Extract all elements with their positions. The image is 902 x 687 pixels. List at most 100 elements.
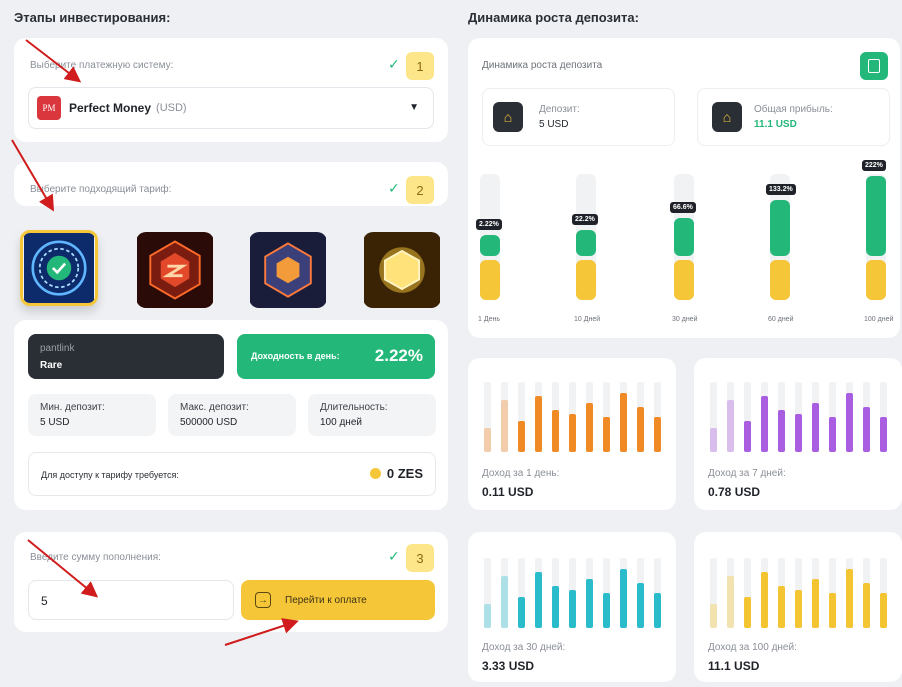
- growth-bar-deposit: [866, 260, 886, 300]
- income-chart-7: [706, 382, 890, 452]
- income-bar: [727, 575, 734, 628]
- income-bar: [603, 593, 610, 628]
- income-chart-100: [706, 558, 890, 628]
- amount-input[interactable]: 5: [28, 580, 234, 620]
- duration-value: 100 дней: [320, 417, 362, 428]
- growth-bar-profit: [480, 235, 500, 256]
- growth-chart: 2.22% 1 День 22.2% 10 Дней 66.6% 30 дней 133.2…: [468, 160, 900, 338]
- income-chart-1: [480, 382, 664, 452]
- income-card-1: Доход за 1 день: 0.11 USD: [468, 358, 676, 510]
- tariff-rare-card[interactable]: [20, 230, 98, 306]
- step2-label: Выберите подходящий тариф:: [30, 184, 172, 195]
- income-bar: [863, 582, 870, 628]
- duration-label: Длительность:: [320, 402, 388, 413]
- growth-x-label: 10 Дней: [574, 316, 601, 323]
- income-value: 3.33 USD: [482, 659, 535, 673]
- income-bar: [637, 406, 644, 452]
- yield-label: Доходность в день:: [251, 351, 340, 361]
- income-bar: [795, 589, 802, 628]
- income-bar: [812, 579, 819, 628]
- income-value: 0.11 USD: [482, 485, 534, 499]
- calculator-icon[interactable]: [860, 52, 888, 80]
- growth-x-label: 30 дней: [672, 316, 698, 323]
- tariff-tier: Rare: [40, 360, 63, 371]
- income-bar: [654, 417, 661, 452]
- income-bar: [727, 399, 734, 452]
- profit-label: Общая прибыль:: [754, 104, 833, 115]
- income-card-30: Доход за 30 дней: 3.33 USD: [468, 532, 676, 682]
- growth-x-label: 100 дней: [864, 316, 894, 323]
- growth-x-label: 60 дней: [768, 316, 794, 323]
- growth-x-label: 1 День: [478, 316, 500, 323]
- max-deposit-value: 500000 USD: [180, 417, 238, 428]
- income-bar: [637, 582, 644, 628]
- tariff-mythic-card[interactable]: [363, 232, 441, 308]
- min-deposit-box: Мин. депозит: 5 USD: [28, 394, 156, 436]
- growth-bar-deposit: [480, 260, 500, 300]
- right-section-title: Динамика роста депозита:: [468, 10, 639, 25]
- income-card-100: Доход за 100 дней: 11.1 USD: [694, 532, 902, 682]
- income-label: Доход за 1 день:: [482, 468, 560, 479]
- income-bar: [846, 568, 853, 628]
- income-bar: [761, 572, 768, 628]
- access-label: Для доступу к тарифу требуется:: [41, 470, 179, 480]
- tariff-brand: pantlink: [40, 343, 75, 354]
- payment-name: Perfect Money: [69, 101, 152, 115]
- pay-button-label: Перейти к оплате: [285, 594, 367, 606]
- income-bar: [518, 596, 525, 628]
- payment-system-select[interactable]: PM Perfect Money (USD) ▼: [28, 87, 434, 129]
- income-bar: [812, 403, 819, 452]
- income-bar: [710, 603, 717, 628]
- growth-bar-profit: [866, 176, 886, 256]
- growth-data-label: 22.2%: [572, 214, 598, 225]
- growth-bar-deposit: [674, 260, 694, 300]
- growth-bar-profit: [576, 230, 596, 256]
- income-bar: [744, 596, 751, 628]
- income-bar: [778, 410, 785, 452]
- income-card-7: Доход за 7 дней: 0.78 USD: [694, 358, 902, 510]
- income-label: Доход за 7 дней:: [708, 468, 786, 479]
- income-label: Доход за 30 дней:: [482, 642, 566, 653]
- income-bar: [484, 427, 491, 452]
- income-bar: [778, 586, 785, 628]
- income-bar: [535, 396, 542, 452]
- income-bar: [484, 603, 491, 628]
- tariff-legendary-icon: [250, 232, 326, 308]
- tariff-epic-icon: [137, 232, 213, 308]
- growth-data-label: 133.2%: [766, 184, 796, 195]
- income-bar: [829, 417, 836, 452]
- step2-card: Выберите подходящий тариф: ✓ 2: [14, 162, 448, 206]
- deposit-box: ⌂ Депозит: 5 USD: [482, 88, 675, 146]
- income-bar: [501, 399, 508, 452]
- deposit-label: Депозит:: [539, 104, 580, 115]
- step1-card: Выберите платежную систему: ✓ 1 PM Perfe…: [14, 38, 448, 142]
- tariff-details-card: pantlink Rare Доходность в день: 2.22% М…: [14, 320, 448, 510]
- access-value: 0 ZES: [386, 466, 423, 481]
- income-bar: [761, 396, 768, 452]
- tariff-legendary-card[interactable]: [249, 232, 327, 308]
- growth-data-label: 66.6%: [670, 202, 696, 213]
- zes-coin-icon: [370, 468, 381, 479]
- dynamics-card: Динамика роста депозита ⌂ Депозит: 5 USD…: [468, 38, 900, 338]
- step3-badge: 3: [406, 544, 434, 572]
- growth-bar-deposit: [770, 260, 790, 300]
- income-bar: [863, 406, 870, 452]
- income-bar: [535, 572, 542, 628]
- left-section-title: Этапы инвестирования:: [14, 10, 171, 25]
- tariff-rare-icon: [24, 233, 94, 303]
- max-deposit-label: Макс. депозит:: [180, 402, 249, 413]
- tariff-epic-card[interactable]: [136, 232, 214, 308]
- amount-value: 5: [41, 594, 48, 608]
- income-bar: [620, 568, 627, 628]
- pay-button[interactable]: → Перейти к оплате: [241, 580, 435, 620]
- bank-icon: ⌂: [712, 102, 742, 132]
- income-bar: [569, 413, 576, 452]
- deposit-value: 5 USD: [539, 119, 569, 130]
- step3-check-icon: ✓: [388, 548, 400, 564]
- growth-bar-profit: [674, 218, 694, 256]
- income-bar: [795, 413, 802, 452]
- income-bar: [501, 575, 508, 628]
- income-bar: [880, 593, 887, 628]
- income-bar: [586, 579, 593, 628]
- income-chart-30: [480, 558, 664, 628]
